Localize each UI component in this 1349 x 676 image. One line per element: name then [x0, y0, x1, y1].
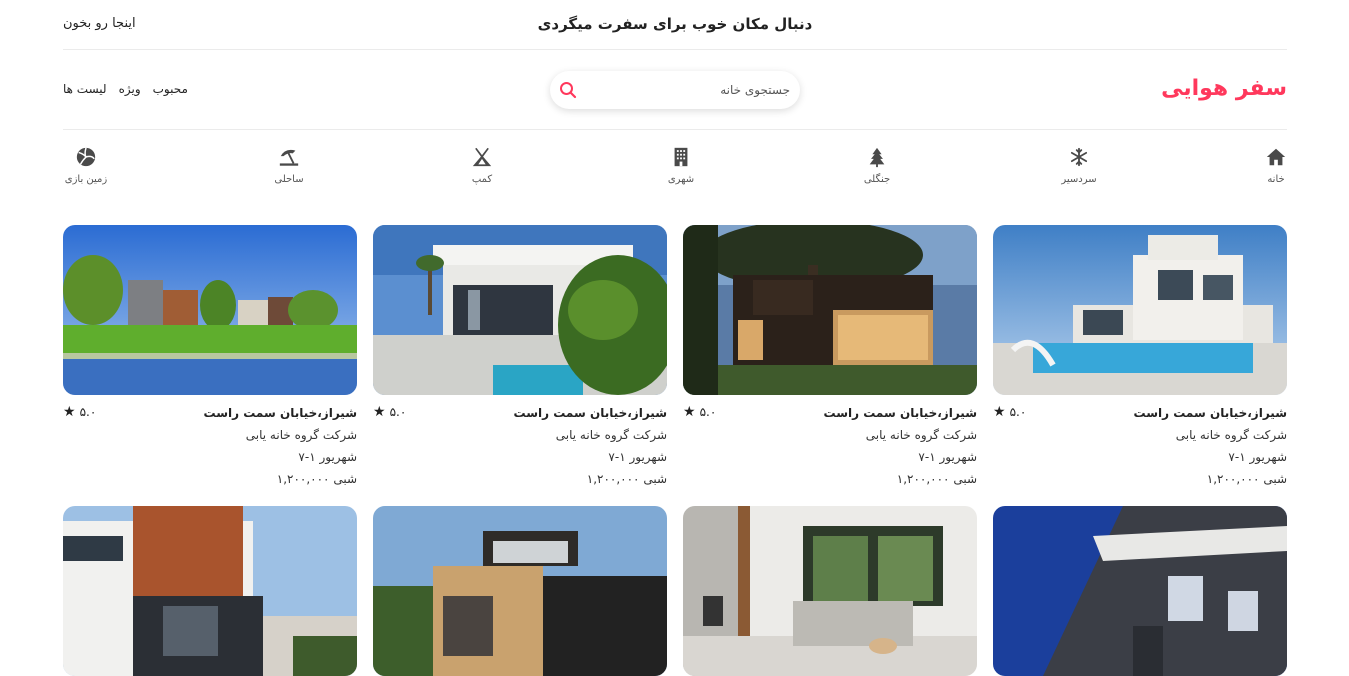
volleyball-icon — [51, 146, 121, 168]
rating-value: ۵.۰ — [1009, 405, 1027, 419]
snowflake-icon — [1044, 146, 1114, 168]
star-icon: ★ — [683, 404, 696, 420]
listing-dates: شهریور ۱-۷ — [1228, 450, 1287, 464]
category-cold[interactable]: سردسیر — [1044, 145, 1114, 185]
listing-card[interactable]: شیراز،خیابان سمت راست ★ ۵.۰ شرکت گروه خان… — [993, 225, 1287, 487]
umbrella-beach-icon — [254, 146, 324, 168]
category-label: شهری — [667, 174, 695, 185]
listing-dates: شهریور ۱-۷ — [918, 450, 977, 464]
category-label: زمین بازی — [64, 174, 108, 185]
listing-company: شرکت گروه خانه یابی — [865, 428, 977, 442]
nav-item-lists[interactable]: لیست ها — [63, 82, 107, 96]
star-icon: ★ — [373, 404, 386, 420]
rating-value: ۵.۰ — [79, 405, 97, 419]
listing-location: شیراز،خیابان سمت راست — [823, 406, 977, 420]
listing-rating: ★ ۵.۰ — [373, 405, 406, 419]
listing-dates: شهریور ۱-۷ — [298, 450, 357, 464]
home-icon — [1241, 146, 1311, 168]
listing-rating: ★ ۵.۰ — [993, 405, 1026, 419]
brand-logo[interactable]: سفر هوایی — [1161, 76, 1287, 101]
category-label: خانه — [1267, 174, 1285, 185]
category-label: جنگلی — [863, 174, 891, 185]
nav-menu: لیست ها ویژه محبوب — [63, 82, 188, 96]
category-forest[interactable]: جنگلی — [842, 145, 912, 185]
listing-card[interactable]: شیراز،خیابان سمت راست ★ ۵.۰ شرکت گروه خان… — [63, 225, 357, 487]
top-bar: دنبال مکان خوب برای سفرت میگردی اینجا رو… — [63, 0, 1287, 50]
listing-photo[interactable] — [63, 225, 357, 395]
building-icon — [646, 146, 716, 168]
promo-title: دنبال مکان خوب برای سفرت میگردی — [537, 15, 813, 33]
category-label: سردسیر — [1061, 174, 1097, 185]
tree-icon — [842, 146, 912, 168]
search-input[interactable] — [600, 80, 790, 100]
listing-location: شیراز،خیابان سمت راست — [1133, 406, 1287, 420]
star-icon: ★ — [993, 404, 1006, 420]
header: سفر هوایی لیست ها ویژه محبوب — [63, 50, 1287, 130]
listing-info: شیراز،خیابان سمت راست ★ ۵.۰ شرکت گروه خان… — [683, 395, 977, 487]
listing-company: شرکت گروه خانه یابی — [555, 428, 667, 442]
listing-company: شرکت گروه خانه یابی — [245, 428, 357, 442]
rating-value: ۵.۰ — [699, 405, 717, 419]
rating-value: ۵.۰ — [389, 405, 407, 419]
listing-location: شیراز،خیابان سمت راست — [513, 406, 667, 420]
category-beach[interactable]: ساحلی — [254, 145, 324, 185]
category-camp[interactable]: کمپ — [447, 145, 517, 185]
read-here-link[interactable]: اینجا رو بخون — [63, 16, 136, 31]
listing-location: شیراز،خیابان سمت راست — [203, 406, 357, 420]
listing-info: شیراز،خیابان سمت راست ★ ۵.۰ شرکت گروه خان… — [373, 395, 667, 487]
listing-rating: ★ ۵.۰ — [683, 405, 716, 419]
listing-photo[interactable] — [993, 225, 1287, 395]
category-home[interactable]: خانه — [1241, 145, 1311, 185]
listing-photo[interactable] — [683, 225, 977, 395]
star-icon: ★ — [63, 404, 76, 420]
nav-item-popular[interactable]: محبوب — [153, 82, 188, 96]
listing-card[interactable]: شیراز،خیابان سمت راست ★ ۵.۰ شرکت گروه خان… — [683, 225, 977, 487]
category-label: ساحلی — [274, 174, 304, 185]
search-bar — [550, 71, 800, 109]
listing-info: شیراز،خیابان سمت راست ★ ۵.۰ شرکت گروه خان… — [993, 395, 1287, 487]
listing-price: شبی ۱,۲۰۰,۰۰۰ — [586, 472, 667, 486]
nav-item-special[interactable]: ویژه — [119, 82, 141, 96]
listing-rating: ★ ۵.۰ — [63, 405, 96, 419]
category-bar: خانه سردسیر جنگلی شهری کمپ ساحلی زمین با… — [63, 145, 1287, 195]
listing-info: شیراز،خیابان سمت راست ★ ۵.۰ شرکت گروه خان… — [63, 395, 357, 487]
listing-photo[interactable] — [373, 225, 667, 395]
listing-price: شبی ۱,۲۰۰,۰۰۰ — [896, 472, 977, 486]
category-urban[interactable]: شهری — [646, 145, 716, 185]
listing-price: شبی ۱,۲۰۰,۰۰۰ — [1206, 472, 1287, 486]
listing-card[interactable]: شیراز،خیابان سمت راست ★ ۵.۰ شرکت گروه خان… — [373, 225, 667, 487]
search-icon[interactable] — [558, 80, 578, 100]
category-label: کمپ — [471, 174, 493, 185]
listing-price: شبی ۱,۲۰۰,۰۰۰ — [276, 472, 357, 486]
category-playground[interactable]: زمین بازی — [51, 145, 121, 185]
tent-icon — [447, 146, 517, 168]
listing-dates: شهریور ۱-۷ — [608, 450, 667, 464]
listing-company: شرکت گروه خانه یابی — [1175, 428, 1287, 442]
